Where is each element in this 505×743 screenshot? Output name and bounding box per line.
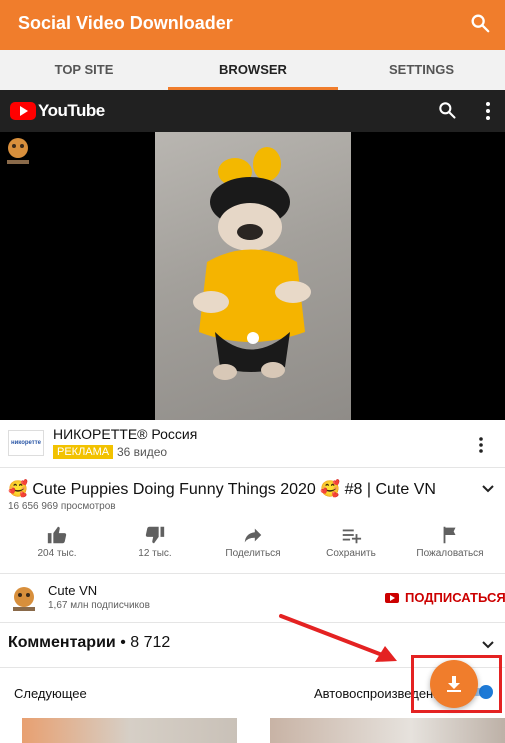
more-vert-icon[interactable] [481, 100, 495, 122]
report-button[interactable]: Пожаловаться [410, 524, 490, 559]
ad-video-count: 36 видео [117, 445, 168, 459]
dislike-count: 12 тыс. [138, 548, 172, 559]
thumb-up-icon [47, 526, 67, 544]
next-video-thumbnail[interactable] [270, 718, 505, 743]
video-player[interactable] [0, 132, 505, 420]
divider [0, 622, 505, 623]
view-count: 16 656 969 просмотров [8, 501, 116, 512]
tab-label: TOP SITE [54, 62, 114, 77]
app-bar: Social Video Downloader [0, 0, 505, 50]
flag-icon [443, 526, 456, 544]
save-label: Сохранить [326, 548, 376, 559]
tab-label: SETTINGS [388, 62, 454, 77]
next-video-thumbnail[interactable] [22, 718, 237, 743]
annotation-highlight-box [411, 655, 502, 713]
tab-browser[interactable]: BROWSER [168, 50, 338, 90]
video-frame [155, 132, 351, 420]
tab-bar: TOP SITE BROWSER SETTINGS [0, 50, 505, 90]
puppy-image [193, 147, 311, 380]
chevron-down-icon[interactable] [480, 482, 496, 496]
search-icon[interactable] [469, 12, 491, 34]
ad-title: НИКОРЕТТЕ® Россия [53, 426, 198, 442]
channel-subscribers: 1,67 млн подписчиков [48, 600, 150, 611]
save-button[interactable]: Сохранить [311, 524, 391, 559]
comments-label: Комментарии [8, 634, 116, 651]
divider [0, 573, 505, 574]
comments-count: • 8 712 [120, 634, 171, 651]
ad-logo: никоретте [8, 430, 44, 456]
comments-header[interactable]: Комментарии • 8 712 [8, 634, 170, 652]
like-button[interactable]: 204 тыс. [17, 524, 97, 559]
chevron-down-icon[interactable] [480, 638, 496, 652]
channel-watermark-icon [7, 138, 29, 164]
playlist-add-icon [342, 529, 362, 544]
share-label: Поделиться [225, 548, 281, 559]
share-icon [244, 528, 262, 543]
ad-badge: РЕКЛАМА [53, 445, 114, 459]
tab-label: BROWSER [219, 62, 287, 77]
thumb-down-icon [145, 526, 165, 544]
youtube-play-icon [10, 102, 36, 120]
report-label: Пожаловаться [416, 548, 484, 559]
youtube-subscribe-icon [385, 592, 399, 603]
subscribe-label: ПОДПИСАТЬСЯ [405, 590, 505, 605]
channel-name[interactable]: Cute VN [48, 583, 97, 598]
share-button[interactable]: Поделиться [213, 524, 293, 559]
video-title: 🥰 Cute Puppies Doing Funny Things 2020 🥰… [8, 481, 436, 498]
annotation-arrow [279, 614, 397, 662]
youtube-search-icon[interactable] [437, 100, 457, 120]
up-next-label: Следующее [14, 686, 87, 701]
youtube-header: YouTube [0, 90, 505, 132]
tab-top-site[interactable]: TOP SITE [0, 50, 168, 90]
dislike-button[interactable]: 12 тыс. [115, 524, 195, 559]
youtube-logo-text: YouTube [38, 101, 105, 120]
subscribe-button[interactable]: ПОДПИСАТЬСЯ [385, 590, 505, 605]
more-vert-icon[interactable] [476, 436, 486, 454]
tab-settings[interactable]: SETTINGS [338, 50, 505, 90]
like-count: 204 тыс. [37, 548, 77, 559]
youtube-logo[interactable]: YouTube [10, 101, 105, 121]
ad-row[interactable]: никоретте НИКОРЕТТЕ® Россия РЕКЛАМА 36 в… [0, 420, 505, 468]
app-title: Social Video Downloader [18, 13, 233, 33]
channel-avatar[interactable] [10, 585, 38, 613]
